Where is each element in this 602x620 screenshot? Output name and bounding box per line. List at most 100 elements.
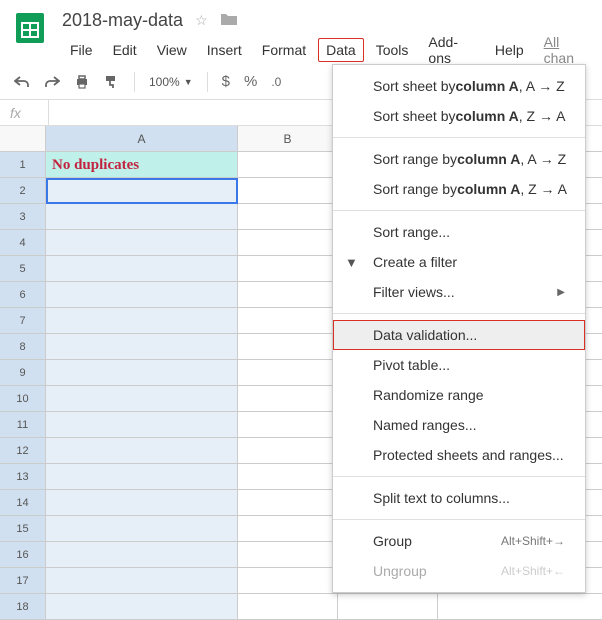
shortcut-label: Alt+Shift+→ [501, 534, 565, 548]
menu-data[interactable]: Data [318, 38, 364, 62]
cell[interactable] [238, 438, 338, 463]
menu-separator [333, 519, 585, 520]
folder-icon[interactable] [220, 11, 238, 30]
cell[interactable] [238, 568, 338, 593]
cell[interactable] [46, 594, 238, 619]
cell[interactable] [238, 256, 338, 281]
cell[interactable] [46, 334, 238, 359]
cell[interactable] [46, 308, 238, 333]
row-header[interactable]: 1 [0, 152, 46, 177]
row-header[interactable]: 14 [0, 490, 46, 515]
cell[interactable] [46, 490, 238, 515]
menu-protected[interactable]: Protected sheets and ranges... [333, 440, 585, 470]
menu-group[interactable]: GroupAlt+Shift+→ [333, 526, 585, 556]
row-header[interactable]: 3 [0, 204, 46, 229]
cell[interactable] [46, 360, 238, 385]
row-header[interactable]: 8 [0, 334, 46, 359]
menu-separator [333, 476, 585, 477]
cell[interactable] [238, 334, 338, 359]
menu-randomize[interactable]: Randomize range [333, 380, 585, 410]
redo-icon[interactable] [44, 75, 60, 89]
row-header[interactable]: 18 [0, 594, 46, 619]
cell[interactable] [46, 230, 238, 255]
cell[interactable] [238, 490, 338, 515]
row-header[interactable]: 4 [0, 230, 46, 255]
cell[interactable] [238, 178, 338, 203]
menu-edit[interactable]: Edit [105, 38, 145, 62]
cell[interactable] [46, 282, 238, 307]
table-row: 18 [0, 594, 602, 620]
shortcut-label: Alt+Shift+← [501, 564, 565, 578]
cell[interactable] [238, 412, 338, 437]
cell[interactable] [46, 438, 238, 463]
menu-split-text[interactable]: Split text to columns... [333, 483, 585, 513]
cell[interactable] [238, 204, 338, 229]
format-decimal[interactable]: .0 [271, 75, 281, 89]
cell[interactable] [238, 516, 338, 541]
star-icon[interactable]: ☆ [195, 12, 208, 29]
cell[interactable] [338, 594, 438, 619]
sheets-logo[interactable] [10, 8, 50, 48]
row-header[interactable]: 15 [0, 516, 46, 541]
cell[interactable] [46, 516, 238, 541]
menu-sort-sheet-za[interactable]: Sort sheet by column A, Z → A [333, 101, 585, 131]
menu-named-ranges[interactable]: Named ranges... [333, 410, 585, 440]
menu-format[interactable]: Format [254, 38, 314, 62]
cell[interactable] [238, 308, 338, 333]
format-currency[interactable]: $ [222, 73, 230, 90]
row-header[interactable]: 5 [0, 256, 46, 281]
menu-sort-range[interactable]: Sort range... [333, 217, 585, 247]
row-header[interactable]: 13 [0, 464, 46, 489]
print-icon[interactable] [74, 74, 90, 90]
format-percent[interactable]: % [244, 73, 257, 90]
menu-help[interactable]: Help [487, 38, 532, 62]
zoom-value: 100% [149, 75, 180, 89]
menu-file[interactable]: File [62, 38, 101, 62]
cell[interactable] [238, 386, 338, 411]
row-header[interactable]: 17 [0, 568, 46, 593]
menu-tools[interactable]: Tools [368, 38, 417, 62]
cell[interactable]: No duplicates [46, 152, 238, 177]
cell[interactable] [238, 152, 338, 177]
menu-sort-range-za[interactable]: Sort range by column A, Z → A [333, 174, 585, 204]
menu-filter-views[interactable]: Filter views...▶ [333, 277, 585, 307]
row-header[interactable]: 9 [0, 360, 46, 385]
cell[interactable] [46, 542, 238, 567]
cell[interactable] [46, 412, 238, 437]
cell[interactable] [238, 594, 338, 619]
col-header-A[interactable]: A [46, 126, 238, 151]
menu-separator [333, 210, 585, 211]
menu-create-filter[interactable]: ▼Create a filter [333, 247, 585, 277]
cell[interactable] [46, 178, 238, 203]
menu-pivot-table[interactable]: Pivot table... [333, 350, 585, 380]
row-header[interactable]: 12 [0, 438, 46, 463]
menu-insert[interactable]: Insert [199, 38, 250, 62]
cell[interactable] [238, 230, 338, 255]
cell[interactable] [46, 386, 238, 411]
paint-format-icon[interactable] [104, 74, 120, 90]
cell[interactable] [46, 204, 238, 229]
undo-icon[interactable] [14, 75, 30, 89]
filter-icon: ▼ [345, 255, 358, 270]
row-header[interactable]: 10 [0, 386, 46, 411]
row-header[interactable]: 7 [0, 308, 46, 333]
row-header[interactable]: 16 [0, 542, 46, 567]
row-header[interactable]: 11 [0, 412, 46, 437]
menu-data-validation[interactable]: Data validation... [333, 320, 585, 350]
cell[interactable] [46, 256, 238, 281]
cell[interactable] [238, 464, 338, 489]
col-header-B[interactable]: B [238, 126, 338, 151]
cell[interactable] [238, 282, 338, 307]
cell[interactable] [46, 568, 238, 593]
row-header[interactable]: 6 [0, 282, 46, 307]
zoom-select[interactable]: 100% ▼ [149, 75, 193, 89]
doc-title[interactable]: 2018-may-data [62, 10, 183, 31]
menu-sort-sheet-az[interactable]: Sort sheet by column A, A → Z [333, 71, 585, 101]
row-header[interactable]: 2 [0, 178, 46, 203]
cell[interactable] [46, 464, 238, 489]
menu-view[interactable]: View [149, 38, 195, 62]
cell[interactable] [238, 542, 338, 567]
menu-sort-range-az[interactable]: Sort range by column A, A → Z [333, 144, 585, 174]
select-all-corner[interactable] [0, 126, 46, 151]
cell[interactable] [238, 360, 338, 385]
